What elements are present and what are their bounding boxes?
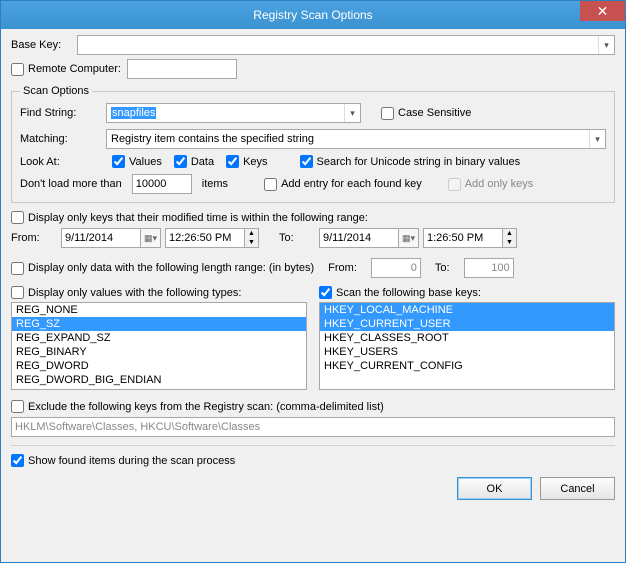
value-types-listbox[interactable]: REG_NONEREG_SZREG_EXPAND_SZREG_BINARYREG… bbox=[11, 302, 307, 390]
look-at-label: Look At: bbox=[20, 156, 100, 168]
base-key-combo[interactable]: ▾ bbox=[77, 35, 615, 55]
case-sensitive-input[interactable] bbox=[381, 107, 394, 120]
case-sensitive-label: Case Sensitive bbox=[398, 107, 471, 119]
list-item[interactable]: REG_EXPAND_SZ bbox=[12, 331, 306, 345]
cancel-button[interactable]: Cancel bbox=[540, 477, 615, 500]
divider bbox=[11, 445, 615, 446]
scan-options-group: Scan Options Find String: snapfiles ▾ Ca… bbox=[11, 85, 615, 203]
exclude-label: Exclude the following keys from the Regi… bbox=[28, 401, 384, 413]
scan-options-legend: Scan Options bbox=[20, 85, 92, 97]
list-item[interactable]: REG_SZ bbox=[12, 317, 306, 331]
dialog-body: Base Key: ▾ Remote Computer: Scan Option… bbox=[1, 29, 625, 562]
show-found-checkbox[interactable]: Show found items during the scan process bbox=[11, 454, 615, 467]
titlebar: Registry Scan Options ✕ bbox=[1, 1, 625, 29]
list-item[interactable]: HKEY_CLASSES_ROOT bbox=[320, 331, 614, 345]
base-keys-checkbox[interactable]: Scan the following base keys: bbox=[319, 286, 615, 299]
dont-load-prefix: Don't load more than bbox=[20, 178, 122, 190]
base-keys-listbox[interactable]: HKEY_LOCAL_MACHINEHKEY_CURRENT_USERHKEY_… bbox=[319, 302, 615, 390]
list-item[interactable]: HKEY_USERS bbox=[320, 345, 614, 359]
list-item[interactable]: REG_DWORD bbox=[12, 359, 306, 373]
calendar-icon[interactable]: ▦▾ bbox=[141, 228, 161, 248]
matching-label: Matching: bbox=[20, 133, 100, 145]
length-from-input[interactable] bbox=[371, 258, 421, 278]
from-date-picker[interactable]: ▦▾ ▲▼ bbox=[61, 228, 259, 248]
find-string-combo[interactable]: snapfiles ▾ bbox=[106, 103, 361, 123]
window-title: Registry Scan Options bbox=[253, 8, 372, 22]
dont-load-suffix: items bbox=[202, 178, 228, 190]
length-range-checkbox[interactable]: Display only data with the following len… bbox=[11, 262, 314, 275]
to-date-picker[interactable]: ▦▾ ▲▼ bbox=[319, 228, 517, 248]
remote-checkbox[interactable]: Remote Computer: bbox=[11, 63, 121, 76]
list-item[interactable]: REG_BINARY bbox=[12, 345, 306, 359]
length-from-label: From: bbox=[328, 262, 357, 274]
dont-load-input[interactable] bbox=[132, 174, 192, 194]
remote-row: Remote Computer: bbox=[11, 59, 615, 79]
length-range-label: Display only data with the following len… bbox=[28, 262, 314, 274]
data-checkbox[interactable]: Data bbox=[174, 155, 214, 168]
matching-value: Registry item contains the specified str… bbox=[107, 133, 589, 145]
show-found-label: Show found items during the scan process bbox=[28, 455, 235, 467]
to-label: To: bbox=[279, 232, 309, 244]
ok-button[interactable]: OK bbox=[457, 477, 532, 500]
find-string-label: Find String: bbox=[20, 107, 100, 119]
case-sensitive-checkbox[interactable]: Case Sensitive bbox=[381, 107, 471, 120]
time-range-label: Display only keys that their modified ti… bbox=[28, 212, 368, 224]
time-spinner[interactable]: ▲▼ bbox=[245, 228, 259, 248]
exclude-checkbox[interactable]: Exclude the following keys from the Regi… bbox=[11, 400, 615, 413]
button-row: OK Cancel bbox=[11, 471, 615, 500]
chevron-down-icon: ▾ bbox=[589, 130, 605, 148]
length-to-input[interactable] bbox=[464, 258, 514, 278]
remote-checkbox-input[interactable] bbox=[11, 63, 24, 76]
close-icon: ✕ bbox=[597, 3, 609, 20]
calendar-icon[interactable]: ▦▾ bbox=[399, 228, 419, 248]
base-key-label: Base Key: bbox=[11, 39, 71, 51]
unicode-checkbox[interactable]: Search for Unicode string in binary valu… bbox=[300, 155, 521, 168]
keys-checkbox[interactable]: Keys bbox=[226, 155, 267, 168]
time-spinner[interactable]: ▲▼ bbox=[503, 228, 517, 248]
list-item[interactable]: REG_NONE bbox=[12, 303, 306, 317]
matching-combo[interactable]: Registry item contains the specified str… bbox=[106, 129, 606, 149]
add-only-keys-checkbox: Add only keys bbox=[448, 178, 533, 191]
value-types-checkbox[interactable]: Display only values with the following t… bbox=[11, 286, 307, 299]
values-checkbox[interactable]: Values bbox=[112, 155, 162, 168]
chevron-down-icon: ▾ bbox=[598, 36, 614, 54]
base-key-row: Base Key: ▾ bbox=[11, 35, 615, 55]
list-item[interactable]: REG_DWORD_BIG_ENDIAN bbox=[12, 373, 306, 387]
list-item[interactable]: HKEY_CURRENT_USER bbox=[320, 317, 614, 331]
list-item[interactable]: HKEY_CURRENT_CONFIG bbox=[320, 359, 614, 373]
remote-label: Remote Computer: bbox=[28, 63, 121, 75]
add-entry-checkbox[interactable]: Add entry for each found key bbox=[264, 178, 422, 191]
list-item[interactable]: HKEY_LOCAL_MACHINE bbox=[320, 303, 614, 317]
dialog-window: Registry Scan Options ✕ Base Key: ▾ Remo… bbox=[0, 0, 626, 563]
time-range-checkbox[interactable]: Display only keys that their modified ti… bbox=[11, 211, 615, 224]
exclude-input[interactable] bbox=[11, 417, 615, 437]
chevron-down-icon: ▾ bbox=[344, 104, 360, 122]
from-label: From: bbox=[11, 232, 51, 244]
close-button[interactable]: ✕ bbox=[580, 1, 625, 21]
find-string-value: snapfiles bbox=[107, 107, 344, 119]
remote-input[interactable] bbox=[127, 59, 237, 79]
value-types-label: Display only values with the following t… bbox=[28, 287, 241, 299]
length-to-label: To: bbox=[435, 262, 450, 274]
base-keys-label: Scan the following base keys: bbox=[336, 287, 481, 299]
